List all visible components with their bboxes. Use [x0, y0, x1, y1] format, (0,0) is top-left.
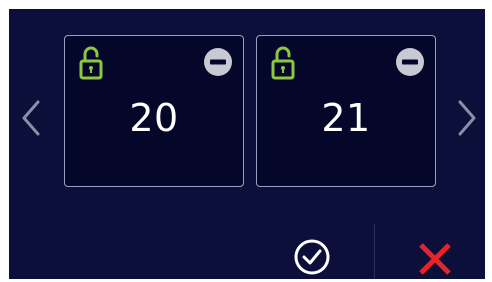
- action-divider: [374, 224, 375, 279]
- number-card[interactable]: 20: [64, 35, 244, 187]
- cancel-button[interactable]: [415, 239, 455, 279]
- confirm-button[interactable]: [292, 237, 332, 277]
- chevron-left-icon: [22, 100, 40, 136]
- card-number: 20: [129, 96, 179, 140]
- check-circle-icon: [294, 239, 330, 275]
- remove-card-button[interactable]: [395, 47, 425, 77]
- remove-card-button[interactable]: [203, 47, 233, 77]
- unlocked-padlock-icon: [271, 46, 295, 80]
- close-x-icon: [419, 243, 451, 275]
- number-selection-screen: 20 21: [9, 9, 485, 279]
- chevron-right-icon: [458, 100, 476, 136]
- previous-page-button[interactable]: [20, 98, 44, 138]
- card-number: 21: [321, 96, 371, 140]
- next-page-button[interactable]: [454, 98, 478, 138]
- number-card[interactable]: 21: [256, 35, 436, 187]
- unlocked-padlock-icon: [79, 46, 103, 80]
